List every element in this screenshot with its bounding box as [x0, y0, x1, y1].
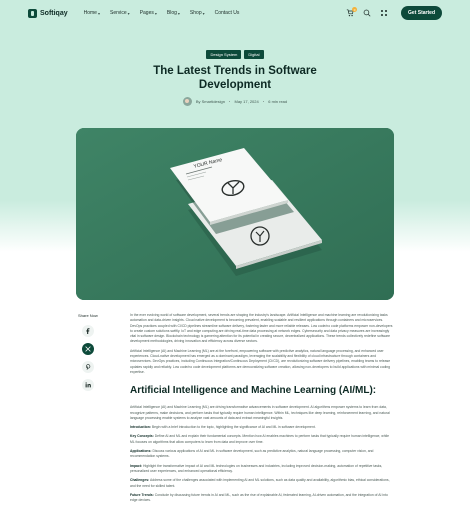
share-linkedin-button[interactable]: [82, 379, 94, 391]
list-item: Applications: Discuss various applicatio…: [130, 449, 374, 459]
share-pinterest-button[interactable]: [82, 361, 94, 373]
list-item: Challenges: Address some of the challeng…: [130, 478, 390, 488]
intro-paragraph: In the ever evolving world of software d…: [130, 313, 393, 344]
list-item: Future Trends: Conclude by discussing fu…: [130, 492, 388, 503]
grid-menu-icon: [381, 9, 388, 17]
get-started-button[interactable]: Get Started: [401, 6, 442, 20]
tag-badge[interactable]: Design System: [206, 50, 242, 59]
featured-image: YOUR Name: [76, 128, 394, 300]
list-item: Key Concepts: Define AI and ML and expla…: [130, 434, 390, 444]
search-button[interactable]: [363, 9, 371, 17]
nav-item-home[interactable]: Home ▾: [84, 10, 100, 16]
share-x-button[interactable]: [82, 343, 94, 355]
intro-paragraph: Artificial Intelligence (AI) and Machine…: [130, 348, 391, 374]
site-header: Softiqay Home ▾ Service ▾ Pages ▾ Blog ▾ Sho…: [0, 0, 470, 26]
header-actions: 0 Get Started: [346, 6, 442, 20]
facebook-icon: [86, 328, 90, 334]
nav-item-pages[interactable]: Pages ▾: [140, 10, 157, 16]
post-title: The Latest Trends in Software Developmen…: [153, 65, 317, 91]
meta-separator: [228, 100, 231, 103]
nav-item-blog[interactable]: Blog ▾: [167, 10, 180, 16]
logo[interactable]: Softiqay: [28, 8, 68, 18]
cart-button[interactable]: 0: [346, 7, 358, 17]
x-twitter-icon: [85, 346, 91, 352]
nav-item-shop[interactable]: Shop ▾: [190, 10, 205, 16]
menu-button[interactable]: [380, 9, 388, 17]
read-time: 6 min read: [268, 99, 288, 104]
linkedin-icon: [85, 382, 91, 388]
chevron-down-icon: ▾: [177, 10, 180, 16]
section-heading: Artificial Intelligence and Machine Lear…: [130, 385, 377, 397]
meta-separator: [262, 100, 265, 103]
chevron-down-icon: ▾: [127, 10, 130, 16]
pinterest-icon: [85, 364, 91, 370]
author-name[interactable]: By Smartidesign: [196, 99, 225, 104]
search-icon: [363, 9, 371, 17]
share-facebook-button[interactable]: [82, 325, 94, 337]
post-meta: By Smartidesign May 17, 2024 6 min read: [0, 97, 470, 106]
list-item: Introduction: Begin with a brief introdu…: [130, 425, 316, 430]
post-date: May 17, 2024: [234, 99, 259, 104]
logo-text: Softiqay: [40, 9, 68, 17]
nav-item-service[interactable]: Service ▾: [110, 10, 130, 16]
logo-icon: [28, 8, 37, 18]
nav-item-contact[interactable]: Contact Us: [215, 10, 240, 16]
author-avatar: [182, 97, 192, 106]
post-tags: Design System Digital: [0, 50, 470, 59]
cart-count-badge: 0: [352, 7, 358, 12]
main-nav: Home ▾ Service ▾ Pages ▾ Blog ▾ Shop ▾ Contac…: [84, 10, 240, 16]
list-item: Impact: Highlight the transformative imp…: [130, 463, 383, 473]
section-paragraph: Artificial Intelligence (AI) and Machine…: [130, 405, 390, 420]
tag-badge[interactable]: Digital: [244, 50, 264, 59]
share-label: Share Now: [78, 313, 98, 318]
business-card-illustration: YOUR Name: [76, 128, 394, 300]
chevron-down-icon: ▾: [202, 10, 205, 16]
article-body: In the ever evolving world of software d…: [130, 313, 394, 507]
chevron-down-icon: ▾: [97, 10, 100, 16]
chevron-down-icon: ▾: [154, 10, 157, 16]
